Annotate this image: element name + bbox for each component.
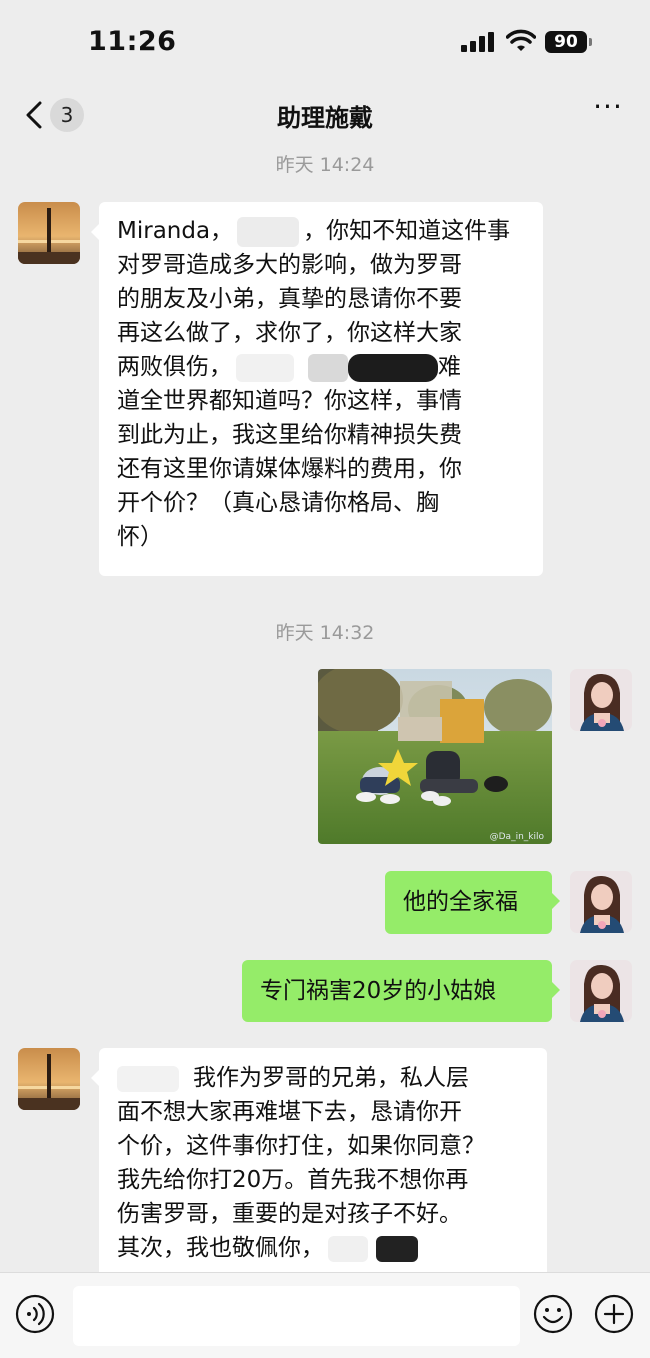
- signal-icon: [461, 32, 494, 52]
- message-line: 两败俱伤，难: [117, 353, 461, 382]
- redacted-blur: [117, 1065, 179, 1092]
- contact-avatar[interactable]: [18, 202, 80, 264]
- message-line: 怀）: [117, 524, 163, 550]
- contact-avatar[interactable]: [18, 1048, 80, 1110]
- redacted-blur: [308, 353, 348, 382]
- battery-indicator: 90: [545, 31, 587, 53]
- message-input[interactable]: [73, 1286, 520, 1346]
- chat-header: 3 助理施戴 ···: [0, 84, 650, 146]
- timestamp: 昨天 14:32: [275, 622, 375, 644]
- bubble-tail: [91, 224, 99, 240]
- redacted-blur: [237, 216, 300, 247]
- image-watermark: @Da_in_kilo: [489, 832, 544, 842]
- redacted-blur: [376, 1235, 418, 1262]
- message-line: 再这么做了，求你了，你这样大家: [117, 320, 462, 346]
- wifi-icon: [506, 29, 536, 51]
- bubble-tail: [552, 893, 560, 909]
- bubble-tail: [552, 982, 560, 998]
- user-avatar[interactable]: [570, 669, 632, 731]
- chat-title: 助理施戴: [277, 104, 373, 132]
- bubble-tail: [91, 1070, 99, 1086]
- redacted-blur: [236, 353, 294, 382]
- message-line: 对罗哥造成多大的影响，做为罗哥: [117, 252, 462, 278]
- message-line: 其次，我也敬佩你，: [117, 1231, 529, 1265]
- message-line: 的朋友及小弟，真挚的恳请你不要: [117, 286, 462, 312]
- user-avatar[interactable]: [570, 871, 632, 933]
- message-line: 还有这里你请媒体爆料的费用，你: [117, 456, 462, 482]
- emoji-icon[interactable]: [533, 1294, 573, 1334]
- message-line: 道全世界都知道吗？你这样，事情: [117, 388, 462, 414]
- user-avatar[interactable]: [570, 960, 632, 1022]
- message-text: 他的全家福: [403, 889, 518, 915]
- message-line: 伤害罗哥，重要的是对孩子不好。: [117, 1201, 462, 1227]
- message-line: 面不想大家再难堪下去，恳请你开: [117, 1099, 462, 1125]
- message-text: 专门祸害20岁的小姑娘: [260, 978, 497, 1004]
- battery-tip: [589, 38, 592, 46]
- outgoing-image-message[interactable]: @Da_in_kilo: [318, 669, 552, 844]
- incoming-message[interactable]: 我作为罗哥的兄弟，私人层 面不想大家再难堪下去，恳请你开 个价，这件事你打住，如…: [91, 1048, 547, 1288]
- outgoing-message[interactable]: 专门祸害20岁的小姑娘: [242, 960, 560, 1022]
- redacted-blur: [328, 1235, 368, 1262]
- input-bar: [0, 1272, 650, 1358]
- message-line: Miranda， ，你知不知道这件事: [117, 214, 525, 248]
- message-line: 到此为止，我这里给你精神损失费: [117, 422, 462, 448]
- family-photo: [318, 669, 552, 844]
- message-line: 我先给你打20万。首先我不想你再: [117, 1167, 469, 1193]
- message-line: 个价，这件事你打住，如果你同意？: [117, 1133, 485, 1159]
- more-icon[interactable]: ···: [588, 93, 628, 124]
- status-bar: 11:26 90: [0, 0, 650, 84]
- incoming-message[interactable]: Miranda， ，你知不知道这件事 对罗哥造成多大的影响，做为罗哥 的朋友及小弟…: [91, 202, 543, 576]
- plus-icon[interactable]: [594, 1294, 634, 1334]
- status-time: 11:26: [88, 26, 177, 57]
- message-line: 我作为罗哥的兄弟，私人层: [117, 1061, 529, 1095]
- outgoing-message[interactable]: 他的全家福: [385, 871, 560, 934]
- voice-icon[interactable]: [15, 1294, 55, 1334]
- timestamp: 昨天 14:24: [275, 154, 375, 176]
- redacted-blur: [348, 353, 438, 382]
- message-line: 开个价？（真心恳请你格局、胸: [117, 490, 439, 516]
